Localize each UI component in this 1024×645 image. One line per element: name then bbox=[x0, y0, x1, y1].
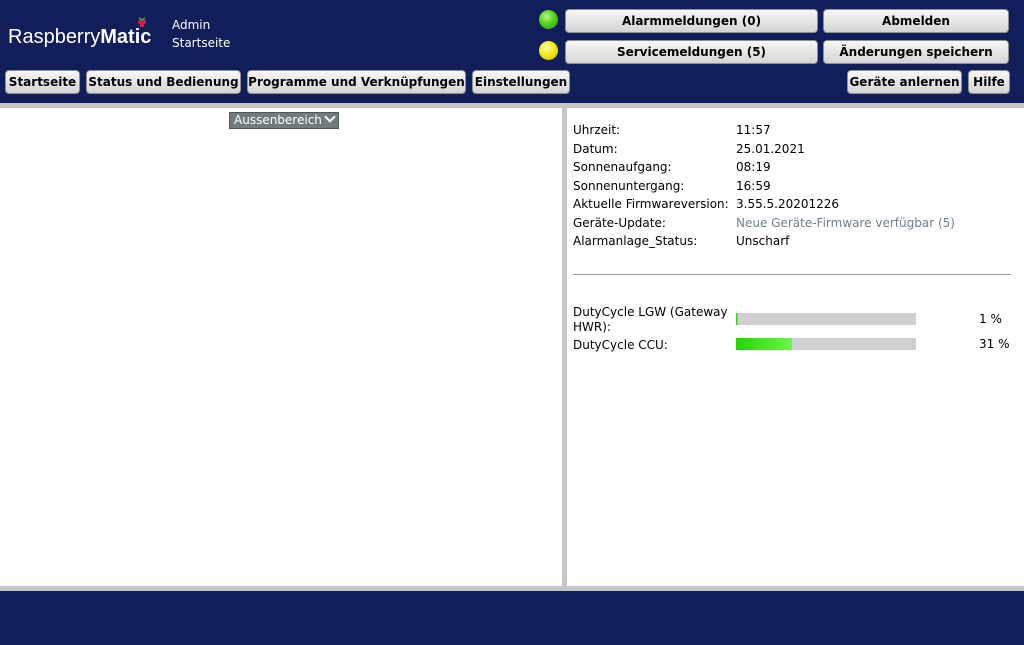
service-status-led bbox=[539, 41, 558, 60]
dutycycle-lgw-label: DutyCycle LGW (Gateway HWR): bbox=[573, 305, 728, 334]
dutycycle-ccu-bar bbox=[736, 338, 916, 350]
nav-einstellungen[interactable]: Einstellungen bbox=[472, 70, 570, 94]
user-name: Admin bbox=[172, 18, 211, 32]
dutycycle-lgw-bar bbox=[736, 313, 916, 325]
dutycycle-lgw-fill bbox=[736, 313, 738, 325]
raspberrymatic-logo: RaspberryMatic bbox=[8, 26, 152, 48]
alarm-messages-button[interactable]: Alarmmeldungen (0) bbox=[565, 9, 818, 33]
chevron-down-icon bbox=[324, 111, 336, 123]
alarm-status-led bbox=[539, 10, 558, 29]
nav-programme-und-verknuepfungen[interactable]: Programme und Verknüpfungen bbox=[247, 70, 466, 94]
panel-divider[interactable] bbox=[562, 108, 567, 586]
header: RaspberryMatic Admin Startseite Alarmmel… bbox=[0, 0, 1024, 103]
nav-startseite[interactable]: Startseite bbox=[5, 70, 80, 94]
dutycycle-ccu-label: DutyCycle CCU: bbox=[573, 338, 668, 352]
dutycycle-lgw-percent: 1 % bbox=[979, 312, 1002, 326]
dutycycle-ccu-fill bbox=[736, 338, 792, 350]
section-divider bbox=[573, 274, 1011, 275]
teach-devices-button[interactable]: Geräte anlernen bbox=[847, 70, 962, 94]
nav-status-und-bedienung[interactable]: Status und Bedienung bbox=[86, 70, 241, 94]
raspberry-icon bbox=[138, 17, 146, 28]
save-changes-button[interactable]: Änderungen speichern bbox=[823, 40, 1009, 64]
logout-button[interactable]: Abmelden bbox=[823, 9, 1009, 33]
device-firmware-update-link[interactable]: Neue Geräte-Firmware verfügbar (5) bbox=[736, 214, 955, 233]
top-divider bbox=[0, 103, 1024, 108]
service-messages-button[interactable]: Servicemeldungen (5) bbox=[565, 40, 818, 64]
dutycycle-ccu-percent: 31 % bbox=[979, 337, 1010, 351]
current-location: Startseite bbox=[172, 36, 231, 50]
room-select[interactable]: Aussenbereich bbox=[229, 111, 339, 129]
help-button[interactable]: Hilfe bbox=[968, 70, 1010, 94]
footer bbox=[0, 591, 1024, 645]
user-info: Admin Startseite bbox=[172, 16, 230, 52]
